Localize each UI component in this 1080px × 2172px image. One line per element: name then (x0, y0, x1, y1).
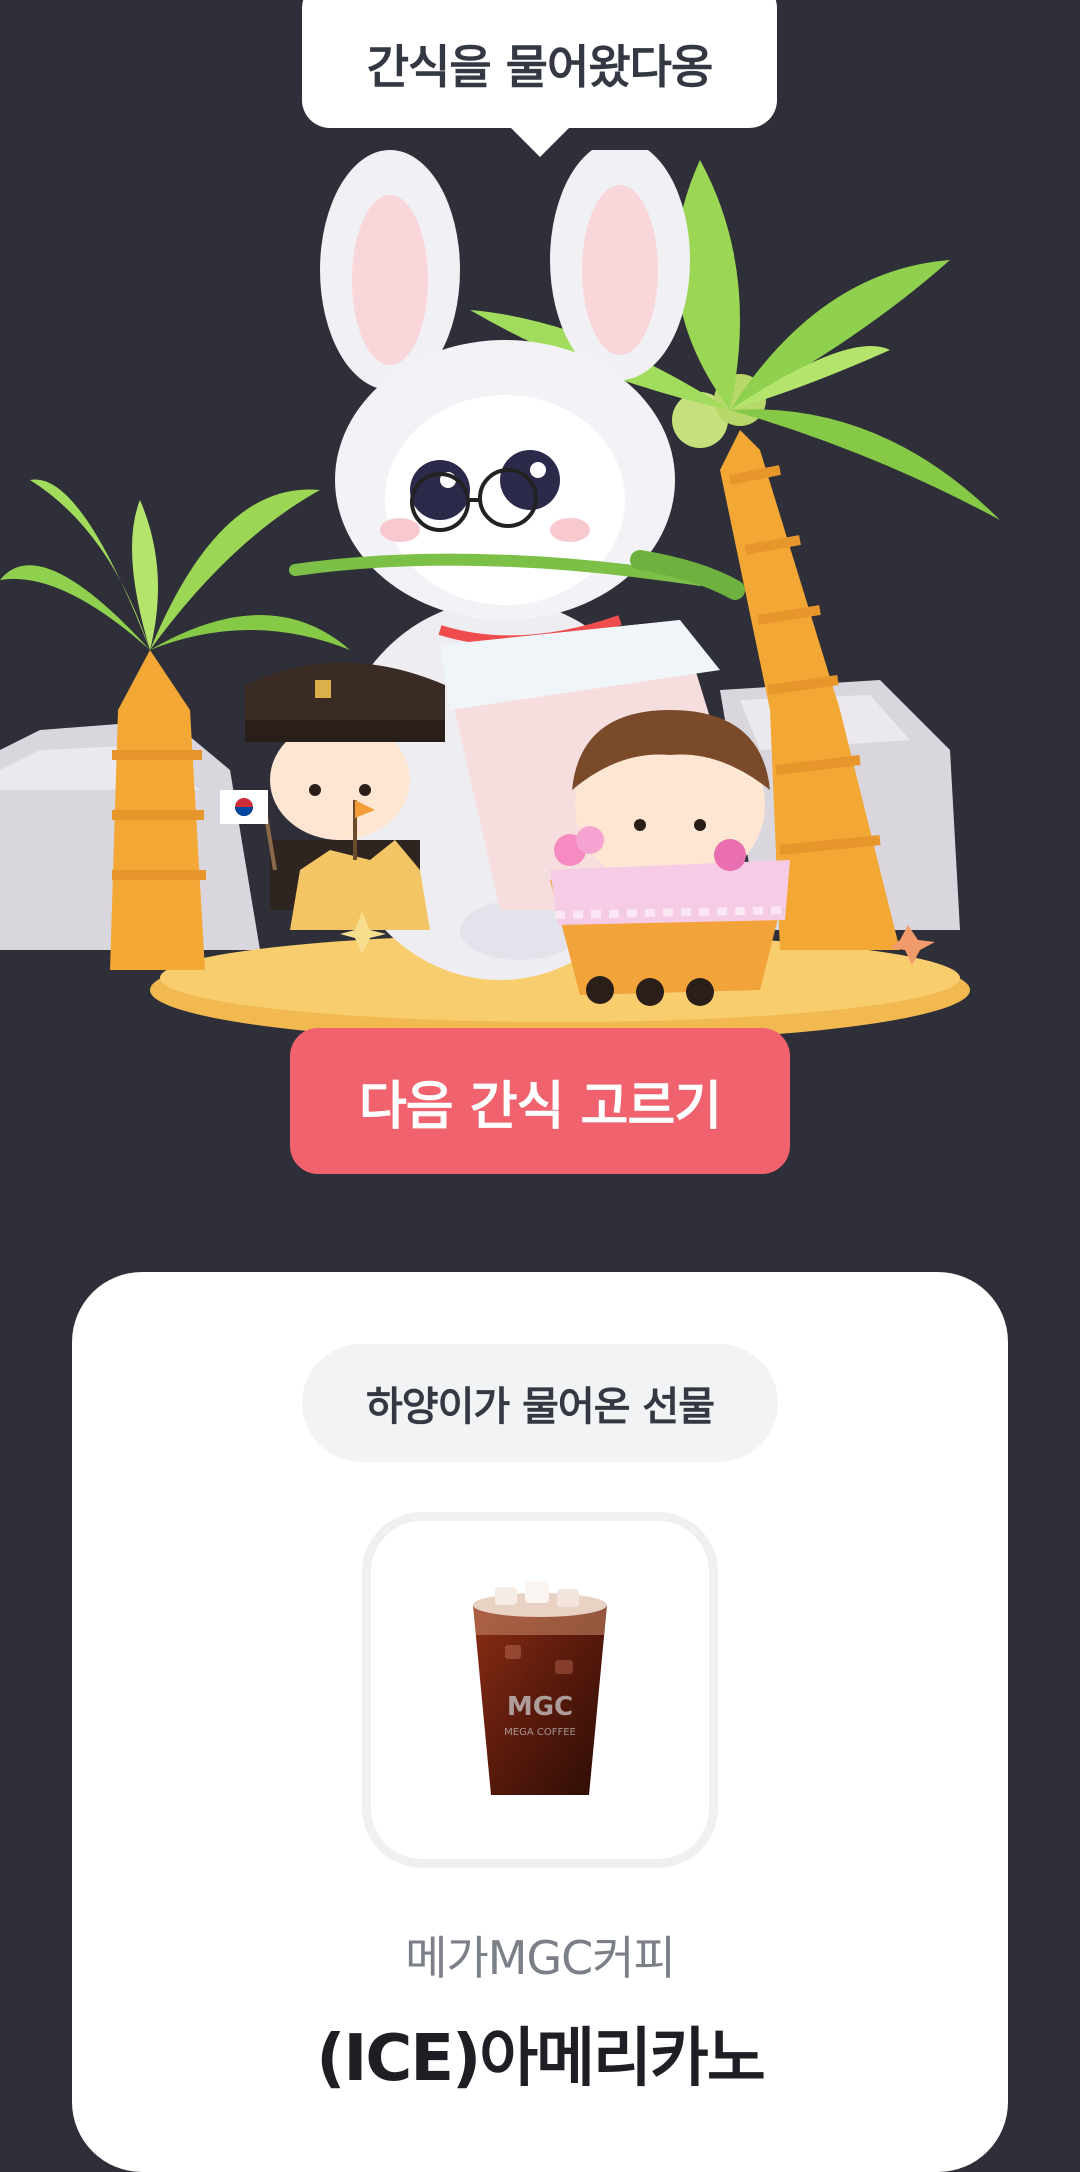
gift-badge: 하양이가 물어온 선물 (302, 1344, 778, 1462)
iced-americano-cup-icon: MGC MEGA COFFEE (473, 1581, 607, 1795)
brand-name: 메가MGC커피 (405, 1931, 676, 1985)
speech-bubble: 간식을 물어왔다옹 (302, 0, 777, 128)
speech-bubble-text: 간식을 물어왔다옹 (366, 40, 714, 94)
cup-print-text: MGC (507, 1692, 573, 1722)
cup-print-subtext: MEGA COFFEE (504, 1727, 576, 1738)
product-image-frame[interactable]: MGC MEGA COFFEE (362, 1512, 718, 1868)
gift-card: 하양이가 물어온 선물 MGC MEGA COFFEE 메가MGC커피 (ICE… (72, 1272, 1008, 2172)
next-snack-button[interactable]: 다음 간식 고르기 (290, 1028, 790, 1174)
character-scene-illustration (0, 150, 1000, 1042)
product-name: (ICE)아메리카노 (316, 2022, 765, 2096)
